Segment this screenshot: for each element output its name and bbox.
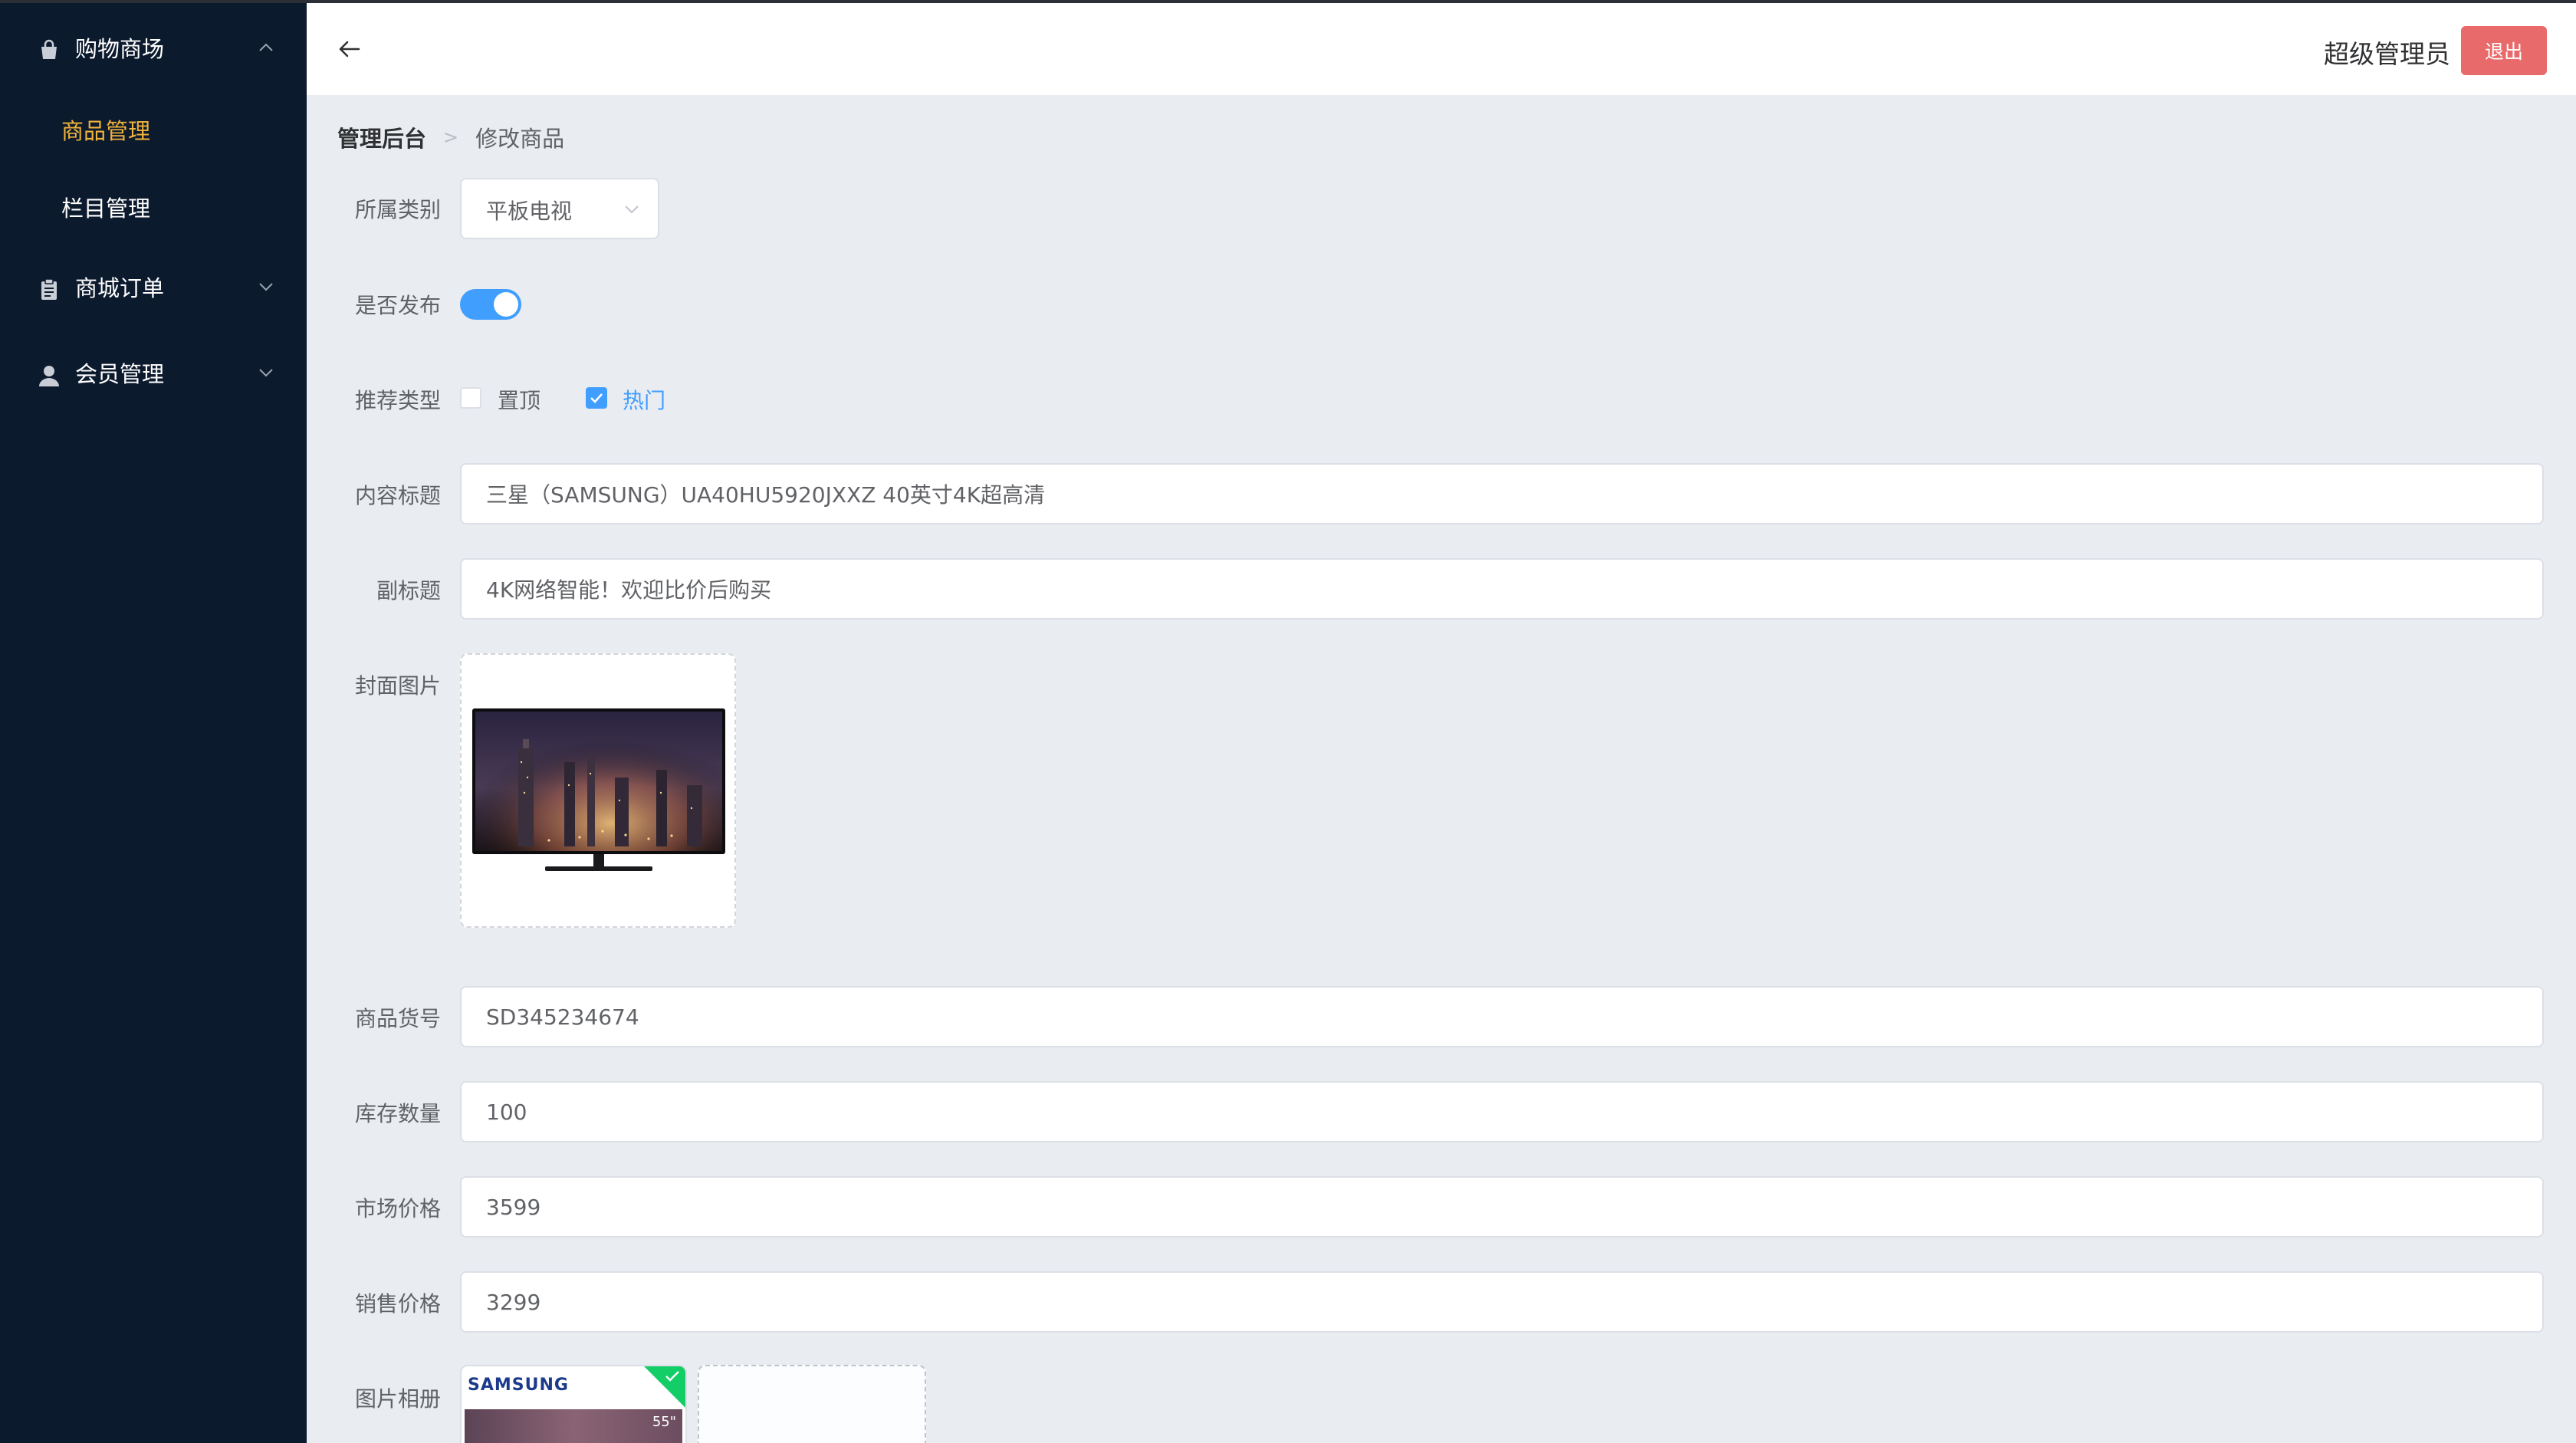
checkbox-top[interactable] <box>460 387 481 409</box>
menu-group-member-management[interactable]: 会员管理 <box>0 342 307 403</box>
stock-label: 库存数量 <box>354 1101 441 1126</box>
menu-group-shopping-mall[interactable]: 购物商场 <box>0 17 307 78</box>
menu-group-mall-orders[interactable]: 商城订单 <box>0 256 307 317</box>
submenu-item-column-management[interactable]: 栏目管理 <box>61 191 150 223</box>
sku-label: 商品货号 <box>354 1006 441 1031</box>
gallery-upload-button[interactable] <box>698 1365 926 1443</box>
sidebar: 购物商场 商品管理 栏目管理 商城订单 会员管理 <box>0 0 307 1443</box>
breadcrumb-separator: > <box>443 127 459 148</box>
menu-group-label: 商城订单 <box>75 275 165 301</box>
user-icon <box>39 366 59 386</box>
breadcrumb-home[interactable]: 管理后台 <box>337 121 426 153</box>
gallery-brand-text: SAMSUNG <box>468 1376 569 1395</box>
checkbox-top-label[interactable]: 置顶 <box>498 384 540 415</box>
title-input[interactable]: 三星（SAMSUNG）UA40HU5920JXXZ 40英寸4K超高清 <box>460 463 2544 524</box>
tv-cover-image <box>472 708 725 871</box>
shopping-bag-icon <box>41 39 57 59</box>
check-icon <box>665 1371 679 1382</box>
chevron-up-icon <box>259 43 273 51</box>
arrow-left-icon[interactable] <box>336 37 363 61</box>
window-top-border <box>0 0 2576 3</box>
sale-price-label: 销售价格 <box>354 1291 441 1316</box>
checkbox-hot[interactable] <box>586 387 607 409</box>
clipboard-icon <box>41 278 57 300</box>
top-header: 超级管理员 退出 <box>307 3 2576 95</box>
gallery-label: 图片相册 <box>354 1386 441 1412</box>
recommend-label: 推荐类型 <box>354 388 441 413</box>
submenu-item-product-management[interactable]: 商品管理 <box>61 113 150 146</box>
chevron-down-icon <box>259 369 273 377</box>
chevron-down-icon <box>259 283 273 291</box>
cover-image-upload[interactable] <box>460 653 736 928</box>
menu-group-label: 购物商场 <box>75 36 165 62</box>
category-select[interactable]: 平板电视 <box>460 178 659 239</box>
sale-price-input[interactable]: 3299 <box>460 1271 2544 1333</box>
logout-button[interactable]: 退出 <box>2461 26 2547 75</box>
subtitle-label: 副标题 <box>376 578 441 603</box>
switch-knob <box>494 292 518 317</box>
gallery-image-item[interactable]: SAMSUNG 55" <box>460 1365 687 1443</box>
gallery-size-text: 55" <box>652 1414 676 1430</box>
sku-input[interactable]: SD345234674 <box>460 986 2544 1047</box>
gallery-thumbnail <box>465 1409 682 1443</box>
menu-group-label: 会员管理 <box>75 361 165 387</box>
category-select-value: 平板电视 <box>486 199 573 224</box>
stock-input[interactable]: 100 <box>460 1081 2544 1142</box>
publish-label: 是否发布 <box>354 293 441 318</box>
category-label: 所属类别 <box>354 197 441 222</box>
breadcrumb-current: 修改商品 <box>475 126 565 152</box>
check-icon <box>590 393 603 403</box>
chevron-down-icon <box>625 205 639 214</box>
market-price-input[interactable]: 3599 <box>460 1176 2544 1238</box>
market-price-label: 市场价格 <box>354 1196 441 1221</box>
cover-label: 封面图片 <box>354 673 441 698</box>
publish-switch[interactable] <box>460 289 521 320</box>
breadcrumb: 管理后台 > 修改商品 <box>337 121 564 153</box>
admin-username: 超级管理员 <box>2324 39 2450 69</box>
checkbox-hot-label[interactable]: 热门 <box>623 384 665 415</box>
title-label: 内容标题 <box>354 483 441 508</box>
subtitle-input[interactable]: 4K网络智能！欢迎比价后购买 <box>460 558 2544 620</box>
